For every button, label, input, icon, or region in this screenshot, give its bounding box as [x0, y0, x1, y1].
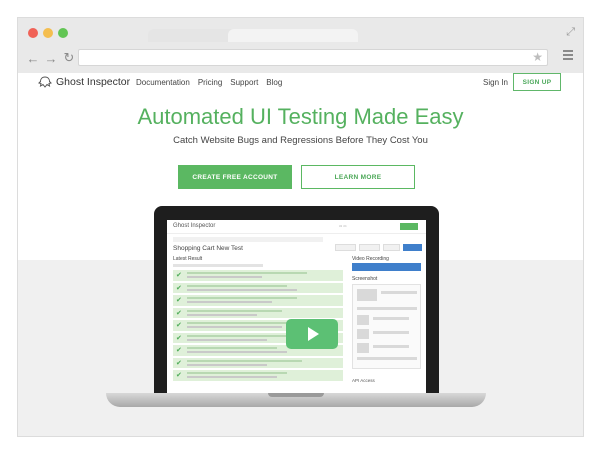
window-controls: [28, 28, 68, 38]
app-signup-button: [400, 223, 418, 230]
app-latest-result: Latest Result: [173, 256, 203, 262]
hero-title: Automated UI Testing Made Easy: [137, 104, 464, 129]
check-icon: ✔: [176, 359, 182, 367]
ghost-logo-icon: [38, 76, 52, 88]
app-step-row: ✔: [173, 270, 343, 281]
step-detail-line: [187, 288, 297, 291]
forward-arrow-icon[interactable]: →: [42, 51, 60, 66]
app-api-access-label: API Access: [352, 378, 375, 383]
nav-link-support[interactable]: Support: [230, 78, 258, 87]
check-icon: ✔: [176, 322, 182, 329]
hero-subtitle: Catch Website Bugs and Regressions Befor…: [173, 135, 428, 146]
create-free-account-button[interactable]: CREATE FREE ACCOUNT: [178, 165, 292, 189]
app-login-link: ▭ ▭: [339, 224, 347, 228]
back-arrow-icon[interactable]: ←: [24, 51, 42, 66]
learn-more-button[interactable]: LEARN MORE: [301, 165, 415, 189]
step-detail-line: [187, 276, 262, 278]
app-step-row: ✔: [173, 282, 343, 293]
step-description-line: [187, 359, 302, 362]
step-description-line: [187, 284, 287, 287]
step-description-line: [187, 347, 277, 349]
sign-in-link[interactable]: Sign In: [483, 78, 508, 87]
browser-tab-active[interactable]: [228, 29, 358, 42]
play-video-button[interactable]: [286, 319, 338, 349]
browser-navbar: ← → ↻ ★: [18, 45, 583, 71]
check-icon: ✔: [176, 309, 182, 317]
app-screenshot-thumbnail: [352, 284, 421, 369]
step-detail-line: [187, 363, 267, 366]
maximize-window-dot[interactable]: [58, 28, 68, 38]
app-video-recording-label: Video Recording: [352, 256, 389, 262]
close-window-dot[interactable]: [28, 28, 38, 38]
step-description-line: [187, 309, 282, 312]
laptop-screen-frame: Ghost Inspector ▭ ▭ Shopping Cart New Te…: [154, 206, 439, 397]
laptop-notch: [268, 393, 324, 397]
app-step-row: ✔: [173, 370, 343, 381]
step-description-line: [187, 272, 307, 274]
step-detail-line: [187, 351, 287, 353]
step-description-line: [187, 334, 292, 337]
play-icon: [308, 327, 319, 341]
app-logo-text: Ghost Inspector: [173, 223, 216, 229]
address-bar[interactable]: ★: [78, 49, 548, 66]
logo-text: Ghost Inspector: [56, 76, 131, 88]
check-icon: ✔: [176, 372, 182, 379]
app-watch-video-button: [352, 263, 421, 271]
app-toolbar-button: [335, 244, 356, 251]
reload-icon[interactable]: ↻: [60, 50, 78, 66]
site-header: Ghost Inspector Documentation Pricing Su…: [18, 73, 583, 91]
step-detail-line: [187, 326, 282, 328]
expand-icon[interactable]: ⤢: [566, 26, 575, 39]
check-icon: ✔: [176, 297, 182, 304]
step-description-line: [187, 297, 297, 299]
step-detail-line: [187, 313, 257, 316]
step-detail-line: [187, 338, 267, 341]
sign-up-button[interactable]: SIGN UP: [513, 73, 561, 91]
check-icon: ✔: [176, 284, 182, 292]
app-step-row: ✔: [173, 307, 343, 318]
check-icon: ✔: [176, 334, 182, 342]
app-header: Ghost Inspector ▭ ▭: [167, 220, 426, 234]
app-step-row: ✔: [173, 357, 343, 368]
browser-chrome: ⤢ ← → ↻ ★: [18, 18, 583, 73]
minimize-window-dot[interactable]: [43, 28, 53, 38]
nav-link-blog[interactable]: Blog: [266, 78, 282, 87]
web-page: Ghost Inspector Documentation Pricing Su…: [18, 73, 583, 436]
star-icon[interactable]: ★: [532, 50, 543, 64]
laptop-screen: Ghost Inspector ▭ ▭ Shopping Cart New Te…: [167, 220, 426, 393]
site-logo[interactable]: Ghost Inspector: [38, 76, 130, 88]
app-screenshot-label: Screenshot: [352, 276, 378, 282]
app-result-meta: [173, 264, 263, 267]
app-toolbar-button: [383, 244, 400, 251]
main-nav: Documentation Pricing Support Blog: [136, 78, 282, 87]
app-execute-button: [403, 244, 422, 251]
app-breadcrumb: [173, 237, 323, 242]
app-test-title: Shopping Cart New Test: [173, 245, 243, 252]
check-icon: ✔: [176, 272, 182, 279]
step-detail-line: [187, 376, 277, 378]
step-detail-line: [187, 301, 272, 303]
app-step-row: ✔: [173, 295, 343, 306]
check-icon: ✔: [176, 347, 182, 354]
nav-link-pricing[interactable]: Pricing: [198, 78, 222, 87]
step-description-line: [187, 372, 287, 374]
app-toolbar-button: [359, 244, 380, 251]
nav-link-documentation[interactable]: Documentation: [136, 78, 190, 87]
menu-icon[interactable]: [563, 50, 573, 62]
